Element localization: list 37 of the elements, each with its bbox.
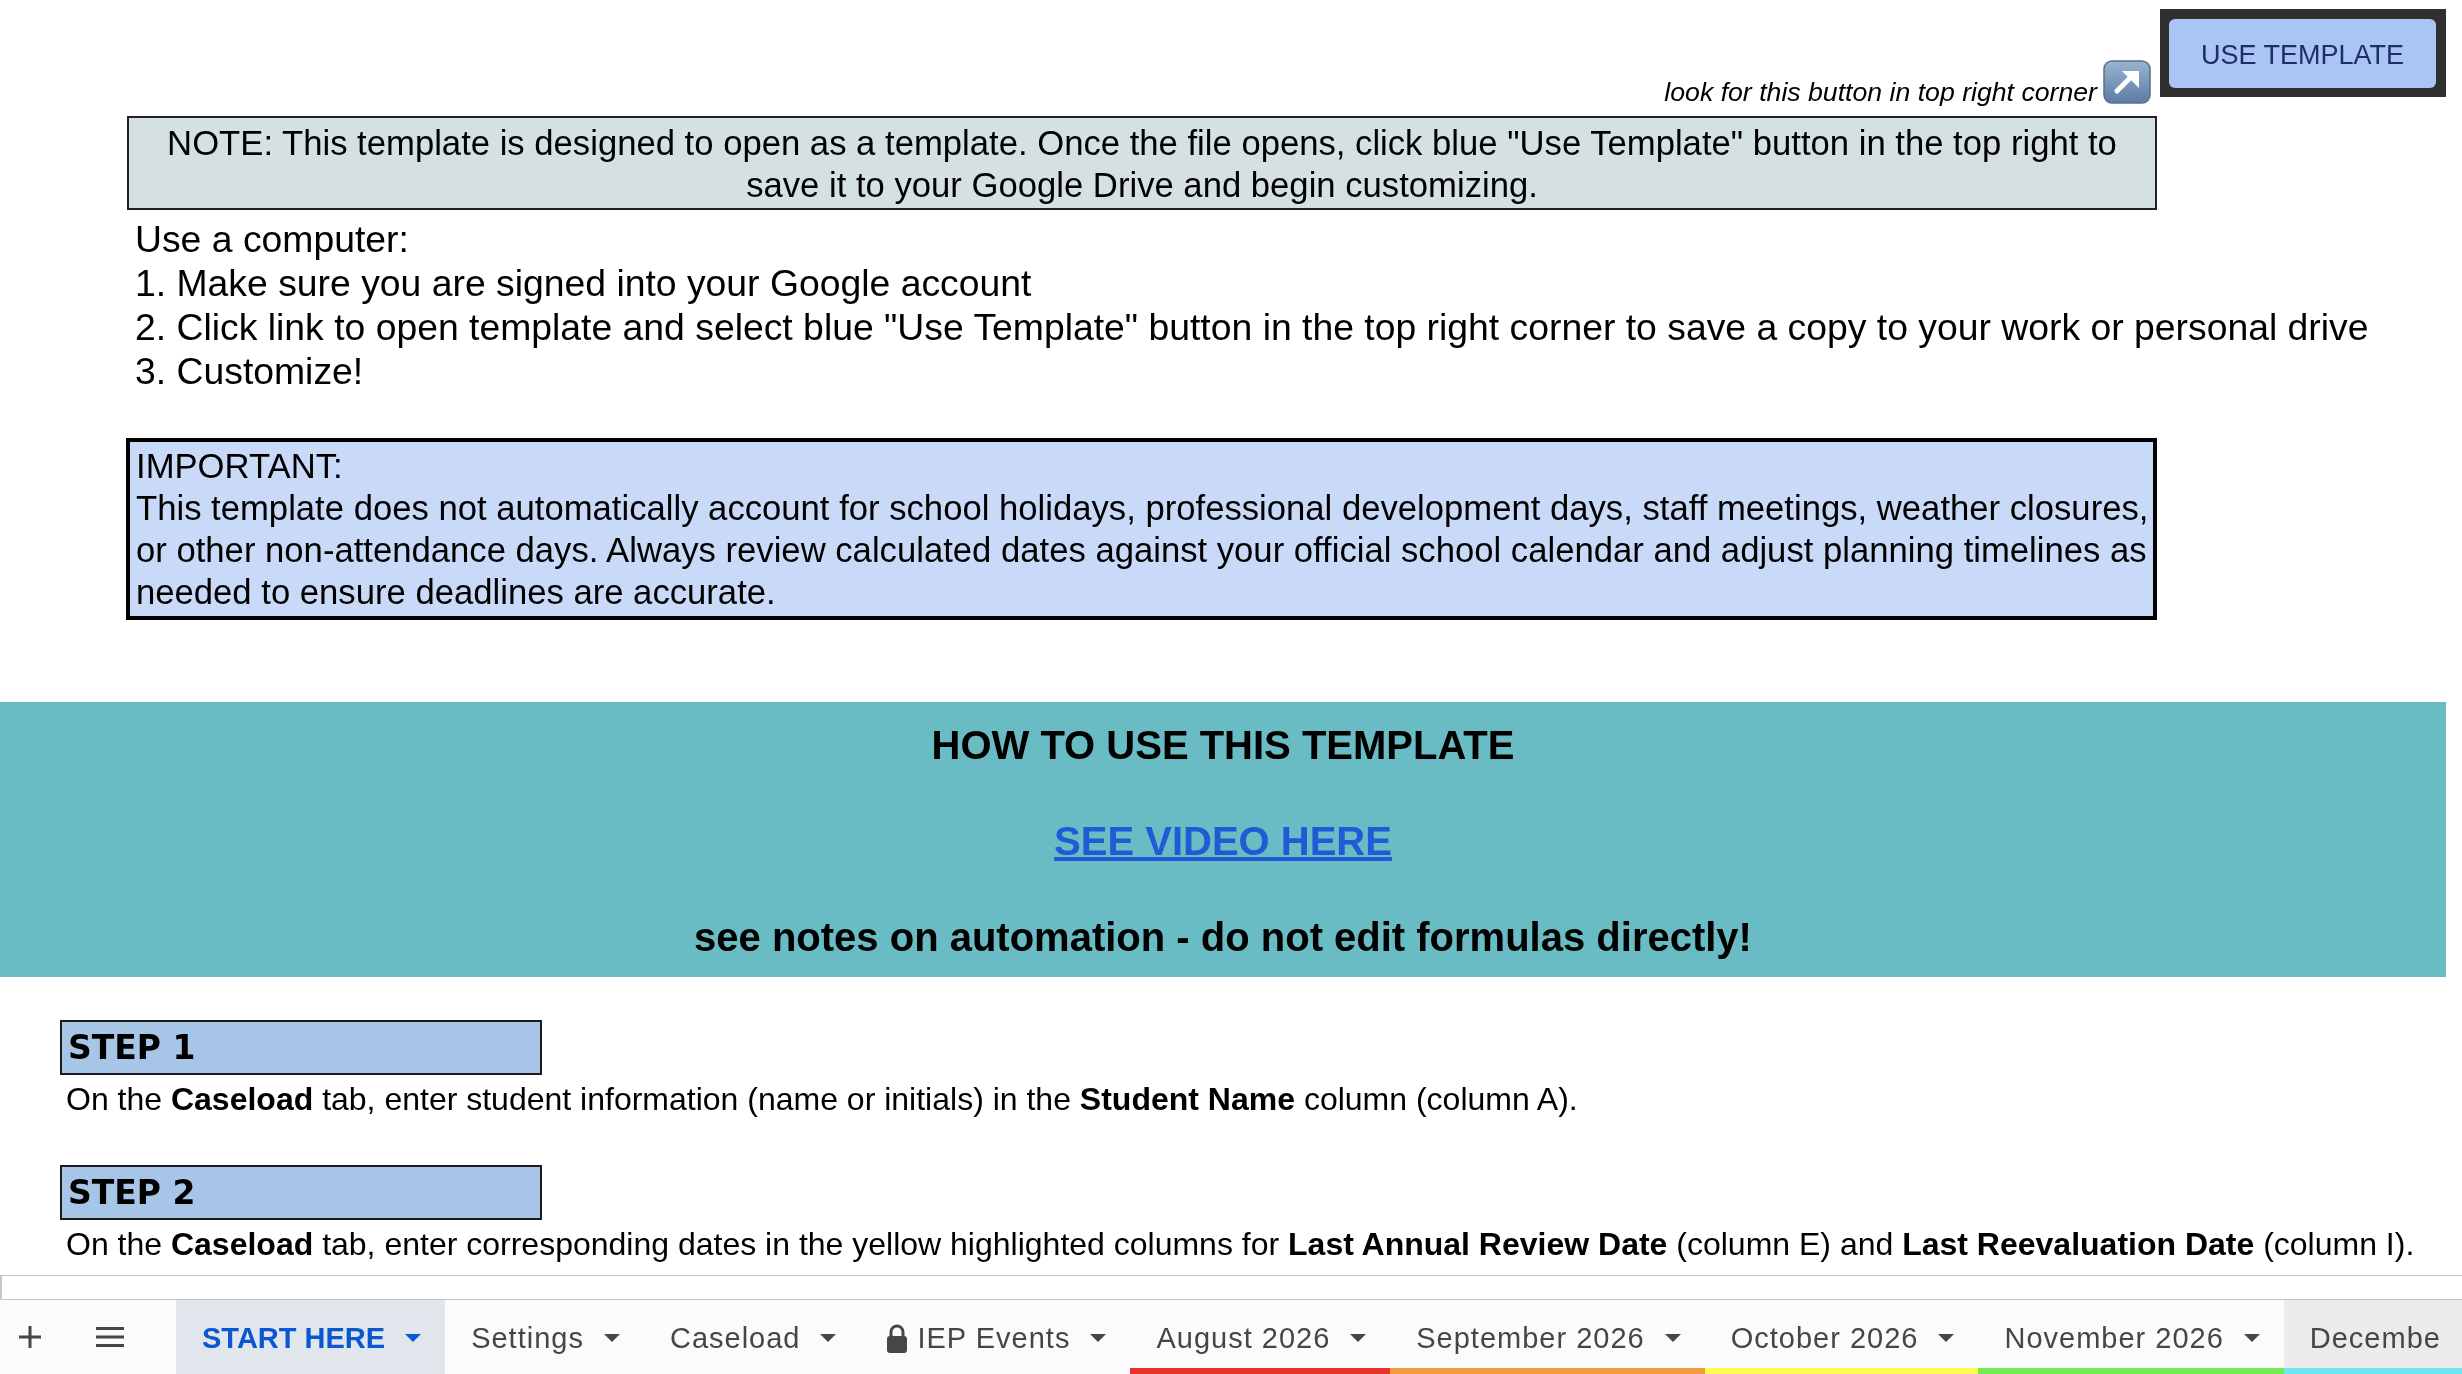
notice-heading: IMPORTANT: [136, 446, 343, 487]
use-template-button[interactable]: USE TEMPLATE [2169, 19, 2436, 88]
lock-icon [886, 1323, 909, 1353]
template-note: NOTE: This template is designed to open as a template. Once the file opens, click blue "Use Template" button in the top right to save it to your Google Drive and begin customizing. [127, 116, 2157, 210]
banner-title: HOW TO USE THIS TEMPLATE [931, 722, 1515, 769]
horizontal-scrollbar[interactable] [0, 1275, 2462, 1300]
arrow-up-right-icon [2103, 60, 2151, 104]
sheet-tab[interactable]: Settings [445, 1300, 644, 1374]
instruction-step: 2. Click link to open template and select blue "Use Template" button in the top right corner to save a copy to your work or personal drive [135, 305, 2369, 349]
instruction-heading: Use a computer: [135, 217, 409, 261]
caret-icon [1090, 1334, 1107, 1342]
menu-icon [96, 1327, 124, 1347]
notice-text: This template does not automatically account for school holidays, professional development days, staff meetings, weather closures, or other non-attendance days. Always review calculated dates against your official school calendar and adjust planning timelines as needed to ensure deadlines are accurate. [136, 488, 2150, 613]
caret-icon [1350, 1334, 1367, 1342]
instruction-step: 3. Customize! [135, 349, 364, 393]
step-text: On the Caseload tab, enter student information (name or initials) in the Student Name column (column A). [66, 1080, 1578, 1119]
sheet-tab[interactable]: August 2026 [1130, 1300, 1391, 1374]
step-text: On the Caseload tab, enter corresponding dates in the yellow highlighted columns for Last Annual Review Date (column E) and Last Reevaluation Date (column I). [66, 1225, 2415, 1264]
step-heading: STEP 2 [60, 1165, 542, 1220]
plus-icon [19, 1326, 41, 1348]
sheet-tab[interactable]: Decembe [2283, 1300, 2462, 1374]
sheet-tab[interactable]: October 2026 [1704, 1300, 1979, 1374]
sheet-tab[interactable]: September 2026 [1390, 1300, 1705, 1374]
step-heading: STEP 1 [60, 1020, 542, 1075]
caret-icon [1664, 1334, 1681, 1342]
sheet-tab[interactable]: START HERE [176, 1300, 446, 1374]
sheet-tab[interactable]: November 2026 [1978, 1300, 2284, 1374]
hint-text: look for this button in top right corner [1664, 77, 2097, 108]
sheet-tab[interactable]: Caseload [643, 1300, 861, 1374]
caret-icon [2243, 1334, 2260, 1342]
banner-subtitle: see notes on automation - do not edit formulas directly! [694, 914, 1752, 961]
caret-icon [820, 1334, 837, 1342]
sheet-tab[interactable]: IEP Events [860, 1300, 1131, 1374]
instruction-step: 1. Make sure you are signed into your Google account [135, 261, 1032, 305]
caret-icon [603, 1334, 620, 1342]
caret-icon [405, 1334, 422, 1342]
caret-icon [1938, 1334, 1955, 1342]
